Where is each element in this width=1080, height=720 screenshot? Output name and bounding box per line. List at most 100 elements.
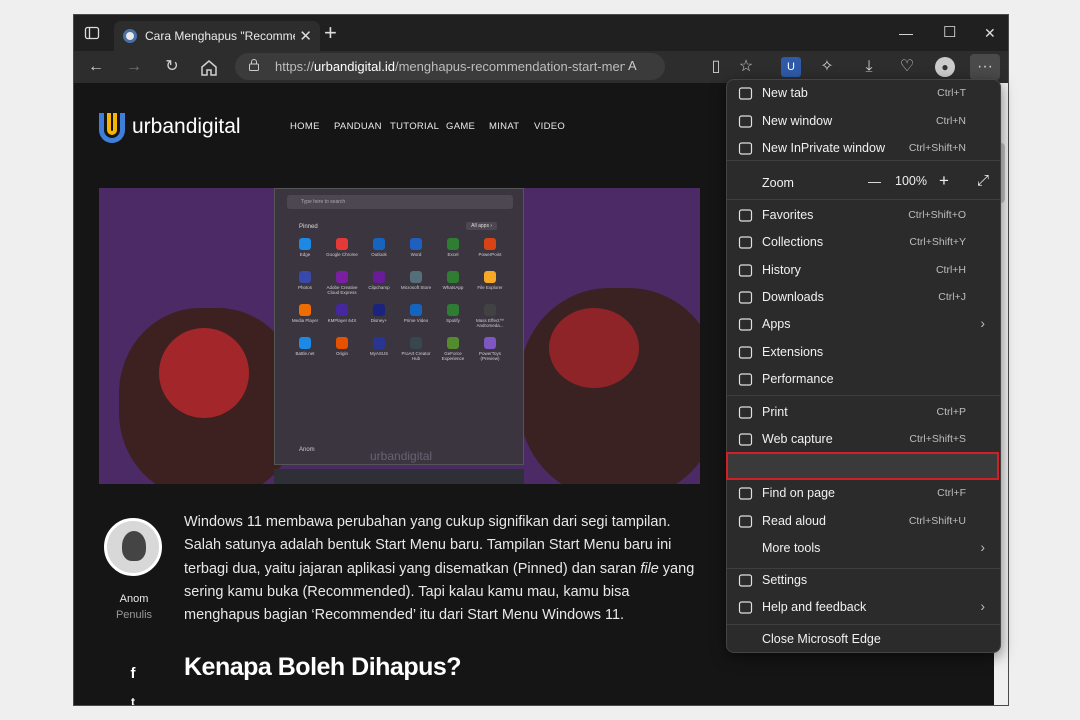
app-tile-icon xyxy=(336,337,348,349)
tab-active[interactable]: Cara Menghapus "Recommended" ✕ xyxy=(114,21,320,51)
app-tile-icon xyxy=(484,238,496,250)
menu-item-history[interactable]: History Ctrl+H xyxy=(728,257,999,284)
start-search-box: Type here to search xyxy=(287,195,513,209)
hero-taskbar xyxy=(274,469,524,484)
refresh-icon[interactable]: ↻ xyxy=(162,57,182,77)
address-bar[interactable]: https://urbandigital.id/menghapus-recomm… xyxy=(235,53,665,80)
downloads-icon[interactable]: ⤓ xyxy=(859,57,879,77)
add-favorite-icon[interactable]: ☆ xyxy=(736,57,756,77)
extension-shield-icon[interactable]: U xyxy=(781,57,801,77)
settings-more-icon[interactable]: ··· xyxy=(970,54,1000,80)
app-tile-label: Mass Effect™ Andromeda... xyxy=(476,318,504,328)
maximize-icon[interactable]: ☐ xyxy=(943,23,956,41)
start-pinned-label: Pinned xyxy=(299,224,318,230)
profile-avatar[interactable]: ● xyxy=(935,57,955,77)
menu-item-extensions[interactable]: Extensions xyxy=(728,339,999,366)
extensions-icon xyxy=(738,345,753,360)
nav-video[interactable]: VIDEO xyxy=(534,121,565,132)
menu-item-label: Close Microsoft Edge xyxy=(762,632,881,646)
web-capture-icon xyxy=(738,432,753,447)
twitter-share-icon[interactable]: t xyxy=(127,695,139,705)
menu-item-performance[interactable]: Performance xyxy=(728,366,999,393)
app-tile-label: Outlook xyxy=(371,252,387,257)
app-tile-icon xyxy=(447,271,459,283)
close-window-icon[interactable]: ✕ xyxy=(984,25,996,42)
zoom-in-button[interactable]: + xyxy=(939,171,949,191)
hero-watermark: urbandigital xyxy=(370,449,433,463)
app-tile-icon xyxy=(299,271,311,283)
browser-essentials-icon[interactable]: ♡ xyxy=(897,57,917,77)
zoom-row: Zoom xyxy=(728,170,999,197)
menu-item-help-and-feedback[interactable]: Help and feedback › xyxy=(728,594,999,621)
menu-item-apps[interactable]: Apps › xyxy=(728,311,999,338)
nav-game[interactable]: GAME xyxy=(446,121,475,132)
hero-decor xyxy=(549,308,639,388)
menu-item-label: Read aloud xyxy=(762,514,826,528)
menu-item-favorites[interactable]: Favorites Ctrl+Shift+O xyxy=(728,202,999,229)
menu-item-new-window[interactable]: New window Ctrl+N xyxy=(728,108,999,135)
menu-item-new-inprivate-window[interactable]: New InPrivate window Ctrl+Shift+N xyxy=(728,135,999,162)
start-app-tile: KMPlayer 64X xyxy=(324,304,360,323)
start-app-tile: Word xyxy=(398,238,434,257)
menu-item-find-on-page[interactable]: Find on page Ctrl+F xyxy=(728,480,999,507)
settings-icon xyxy=(738,573,753,588)
app-tile-label: Origin xyxy=(335,351,348,356)
new-tab-button[interactable]: + xyxy=(324,21,337,45)
start-app-tile: MyASUS xyxy=(361,337,397,356)
app-tile-label: GeForce Experience xyxy=(441,351,465,361)
menu-item-label: New InPrivate window xyxy=(762,141,885,155)
menu-item-shortcut: Ctrl+P xyxy=(936,406,966,418)
start-app-tile: Adobe Creative Cloud Express xyxy=(324,271,360,295)
app-tile-label: Excel xyxy=(447,252,459,257)
app-tile-label: Photos xyxy=(297,285,312,290)
author-name[interactable]: Anom xyxy=(99,593,169,605)
app-tile-label: Microsoft Store xyxy=(400,285,432,290)
author-photo xyxy=(122,531,146,561)
menu-item-shortcut: Ctrl+Shift+N xyxy=(908,142,966,154)
minimize-icon[interactable]: — xyxy=(899,25,913,41)
start-app-tile: Media Player xyxy=(287,304,323,323)
zoom-out-button[interactable]: — xyxy=(868,174,881,189)
app-tile-icon xyxy=(484,337,496,349)
nav-minat[interactable]: MINAT xyxy=(489,121,519,132)
menu-item-shortcut: Ctrl+Shift+U xyxy=(908,515,966,527)
start-menu-screenshot: Type here to search Pinned All apps › Ed… xyxy=(274,188,524,465)
menu-item-downloads[interactable]: Downloads Ctrl+J xyxy=(728,284,999,311)
author-avatar[interactable] xyxy=(104,518,162,576)
app-tile-label: PowerToys (Preview) xyxy=(478,351,501,361)
print-icon xyxy=(738,405,753,420)
read-aloud-icon[interactable]: A xyxy=(628,58,637,73)
help-icon xyxy=(738,600,753,615)
nav-tutorial[interactable]: TUTORIAL xyxy=(390,121,439,132)
menu-item-new-tab[interactable]: New tab Ctrl+T xyxy=(728,80,999,107)
nav-panduan[interactable]: PANDUAN xyxy=(334,121,382,132)
menu-item-close-microsoft-edge[interactable]: Close Microsoft Edge xyxy=(728,626,999,653)
home-icon[interactable] xyxy=(199,58,219,78)
tab-actions-icon[interactable] xyxy=(84,25,100,41)
nav-home[interactable]: HOME xyxy=(290,121,320,132)
menu-item-label: Help and feedback xyxy=(762,600,867,614)
lock-icon[interactable] xyxy=(249,59,259,71)
menu-item-shortcut: Ctrl+F xyxy=(937,487,966,499)
reading-view-icon[interactable]: ▯ xyxy=(706,57,726,77)
app-tile-icon xyxy=(447,238,459,250)
menu-item-collections[interactable]: Collections Ctrl+Shift+Y xyxy=(728,229,999,256)
menu-item-more-tools[interactable]: More tools › xyxy=(728,535,999,562)
menu-item-web-capture[interactable]: Web capture Ctrl+Shift+S xyxy=(728,426,999,453)
back-icon[interactable]: ← xyxy=(86,57,106,77)
start-app-tile: WhatsApp xyxy=(435,271,471,290)
extensions-icon[interactable]: ✧ xyxy=(817,57,837,77)
app-tile-label: Spotify xyxy=(446,318,460,323)
tab-close-icon[interactable]: ✕ xyxy=(299,27,312,45)
app-tile-icon xyxy=(410,304,422,316)
app-tile-label: MyASUS xyxy=(369,351,389,356)
start-app-tile: Origin xyxy=(324,337,360,356)
facebook-share-icon[interactable]: f xyxy=(127,665,139,682)
forward-icon[interactable]: → xyxy=(124,57,144,77)
menu-item-read-aloud[interactable]: Read aloud Ctrl+Shift+U xyxy=(728,508,999,535)
tab-title: Cara Menghapus "Recommended" xyxy=(145,29,295,43)
site-favicon-icon xyxy=(123,29,137,43)
fullscreen-icon[interactable]: ⤢ xyxy=(977,172,989,189)
menu-item-print[interactable]: Print Ctrl+P xyxy=(728,399,999,426)
menu-item-settings[interactable]: Settings xyxy=(728,567,999,594)
